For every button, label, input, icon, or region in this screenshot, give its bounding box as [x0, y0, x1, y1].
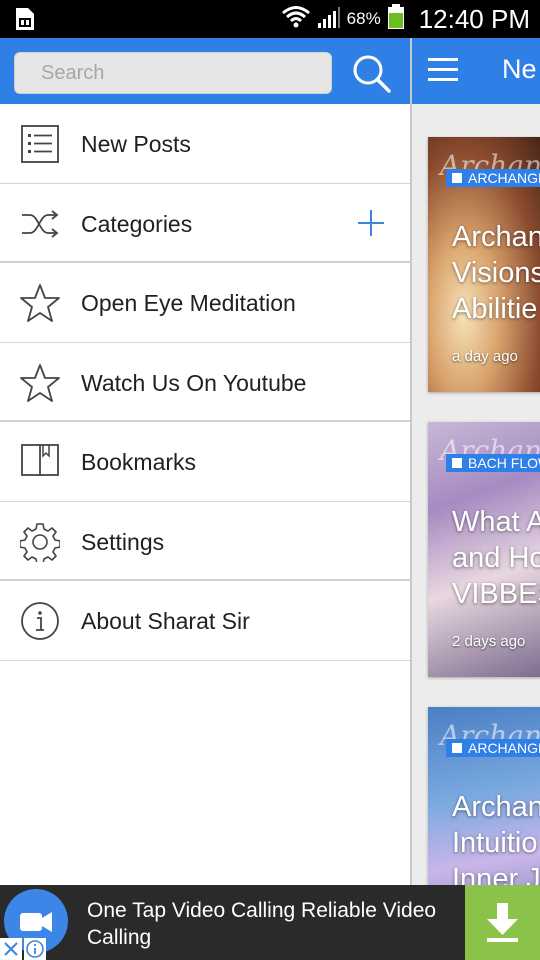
menu-item-label: New Posts	[81, 131, 191, 157]
menu-item-categories[interactable]: Categories	[0, 184, 410, 263]
navigation-drawer: New Posts Categories	[0, 38, 412, 960]
menu-item-settings[interactable]: Settings	[0, 502, 410, 581]
menu-item-label: Open Eye Meditation	[81, 290, 296, 316]
wifi-icon	[281, 4, 311, 35]
menu-item-about[interactable]: About Sharat Sir	[0, 581, 410, 661]
menu-item-watch-youtube[interactable]: Watch Us On Youtube	[0, 343, 410, 422]
post-title: Archan Intuitio Inner J	[452, 791, 540, 895]
category-badge[interactable]: BACH FLOW	[446, 454, 540, 472]
menu-item-label: Categories	[81, 210, 193, 237]
gear-icon	[19, 522, 61, 565]
star-icon	[20, 283, 60, 323]
signal-icon	[317, 5, 341, 34]
menu-item-label: Settings	[81, 528, 165, 555]
hamburger-menu-icon[interactable]	[428, 58, 458, 82]
search-icon[interactable]	[350, 52, 394, 96]
main-content: Ne Archange ARCHANGE Archan Visions Abil…	[412, 38, 540, 960]
ad-banner[interactable]: One Tap Video Calling Reliable Video Cal…	[0, 885, 540, 960]
toolbar-title: Ne	[502, 54, 537, 84]
menu-item-label: Watch Us On Youtube	[81, 369, 307, 396]
star-icon	[20, 363, 60, 403]
sim-card-icon	[14, 6, 36, 37]
post-title: What A and Ho VIBBES	[452, 506, 540, 610]
plus-icon[interactable]	[356, 208, 386, 238]
main-toolbar: Ne	[412, 38, 540, 104]
download-icon[interactable]	[465, 885, 540, 960]
post-time: 2 days ago	[452, 633, 526, 650]
post-title: Archan Visions Abilitie	[452, 221, 540, 325]
search-box[interactable]	[14, 52, 332, 94]
info-icon	[20, 601, 60, 641]
book-icon	[20, 442, 60, 482]
menu-item-new-posts[interactable]: New Posts	[0, 104, 410, 184]
post-card[interactable]: Archange ARCHANGE Archan Visions Abiliti…	[428, 137, 540, 392]
app-screen: 68% 12:40 PM Ne Archange ARCHANGE Archan…	[0, 0, 540, 960]
post-card[interactable]: Archan BACH FLOW What A and Ho VIBBES 2 …	[428, 422, 540, 677]
menu-item-bookmarks[interactable]: Bookmarks	[0, 422, 410, 502]
battery-percent: 68%	[346, 9, 381, 28]
category-badge[interactable]: ARCHANGE	[446, 739, 540, 757]
close-icon[interactable]	[0, 938, 22, 960]
ad-info-icon[interactable]	[24, 938, 46, 960]
list-icon	[20, 124, 60, 164]
drawer-menu: New Posts Categories Open Eye Meditation…	[0, 104, 410, 661]
menu-item-label: Bookmarks	[81, 449, 197, 475]
shuffle-icon	[20, 204, 60, 244]
menu-item-label: About Sharat Sir	[81, 608, 250, 634]
drawer-header	[0, 38, 410, 104]
menu-item-open-eye-meditation[interactable]: Open Eye Meditation	[0, 263, 410, 343]
category-badge[interactable]: ARCHANGE	[446, 169, 540, 187]
search-input[interactable]	[15, 53, 331, 93]
status-bar: 68% 12:40 PM	[0, 0, 540, 38]
battery-icon	[387, 3, 405, 35]
post-time: a day ago	[452, 348, 518, 365]
clock: 12:40 PM	[418, 3, 530, 34]
ad-text: One Tap Video Calling Reliable Video Cal…	[87, 899, 437, 949]
